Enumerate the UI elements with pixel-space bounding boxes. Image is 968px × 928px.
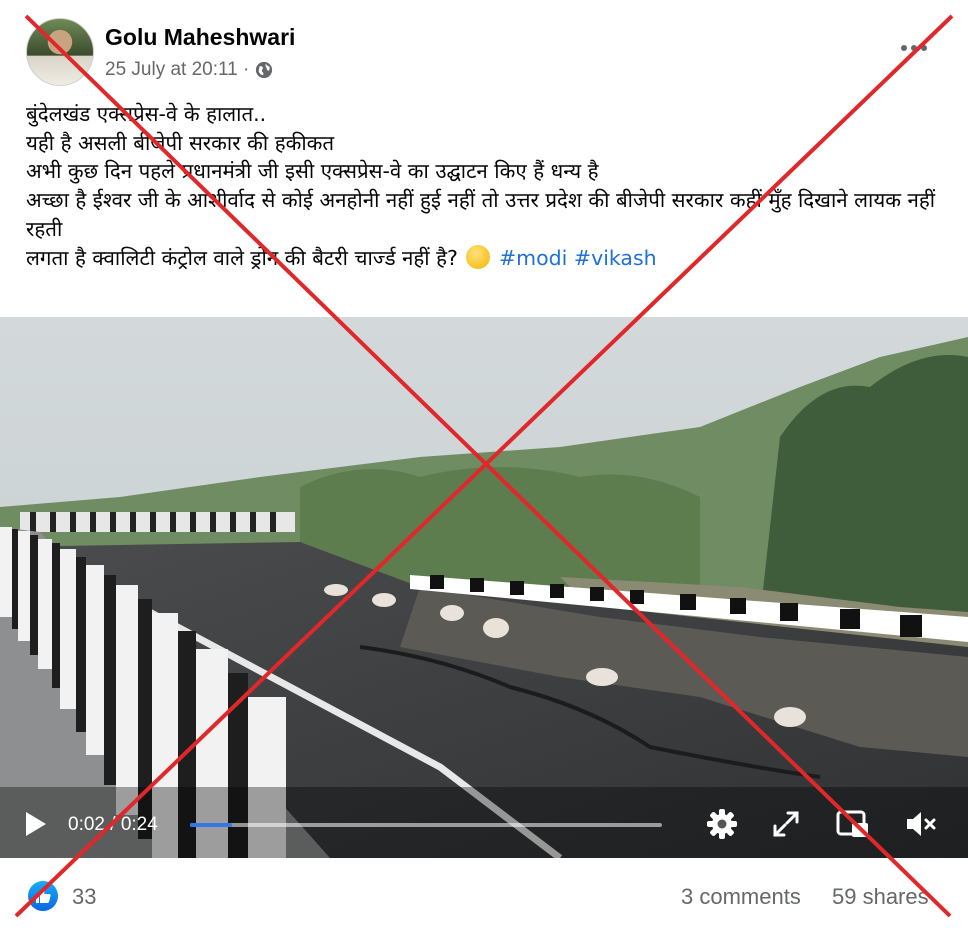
timestamp[interactable]: 25 July at 20:11 · <box>105 59 249 81</box>
hashtag-vikash[interactable]: #vikash <box>574 246 657 270</box>
thinking-face-emoji <box>466 244 491 269</box>
play-icon[interactable] <box>26 812 46 836</box>
post-line-5: लगता है क्वालिटी कंट्रोल वाले ड्रोन की ब… <box>26 245 458 270</box>
muted-speaker-icon[interactable] <box>903 806 939 842</box>
video-controls: 0:02 / 0:24 <box>0 790 968 858</box>
post-footer: 33 3 comments 59 shares <box>0 858 968 928</box>
video-player[interactable]: 0:02 / 0:24 <box>0 317 968 858</box>
progress-fill <box>190 823 233 827</box>
current-time: 0:02 <box>68 814 105 835</box>
progress-bar[interactable] <box>190 823 662 827</box>
avatar[interactable] <box>26 18 94 86</box>
post-line-2: यही है असली बीजेपी सरकार की हकीकत <box>26 130 335 155</box>
globe-icon <box>256 61 273 79</box>
picture-in-picture-icon[interactable] <box>835 806 871 842</box>
reactions-count[interactable]: 33 <box>72 884 96 910</box>
post-line-3: अभी कुछ दिन पहले प्रधानमंत्री जी इसी एक्… <box>26 159 599 184</box>
post-line-5-container: लगता है क्वालिटी कंट्रोल वाले ड्रोन की ब… <box>26 244 946 273</box>
fullscreen-icon[interactable] <box>768 806 804 842</box>
post-line-4: अच्छा है ईश्वर जी के आशीर्वाद से कोई अनह… <box>26 188 936 241</box>
time-separator: / <box>110 814 116 835</box>
duration: 0:24 <box>120 814 158 835</box>
shares-count[interactable]: 59 shares <box>832 884 929 910</box>
more-options-icon[interactable] <box>896 36 932 60</box>
author-name[interactable]: Golu Maheshwari <box>105 24 295 51</box>
like-icon[interactable] <box>28 881 58 911</box>
video-frame <box>0 317 968 858</box>
hashtag-modi[interactable]: #modi <box>499 246 567 270</box>
post-meta: 25 July at 20:11 · <box>105 59 273 81</box>
post-line-1: बुंदेलखंड एक्सप्रेस-वे के हालात.. <box>26 102 267 126</box>
post-text: बुंदेलखंड एक्सप्रेस-वे के हालात.. यही है… <box>26 100 946 272</box>
post-header: Golu Maheshwari 25 July at 20:11 · <box>0 0 968 96</box>
settings-gear-icon[interactable] <box>704 806 740 842</box>
video-time: 0:02 / 0:24 <box>68 814 158 836</box>
comments-count[interactable]: 3 comments <box>681 884 801 910</box>
